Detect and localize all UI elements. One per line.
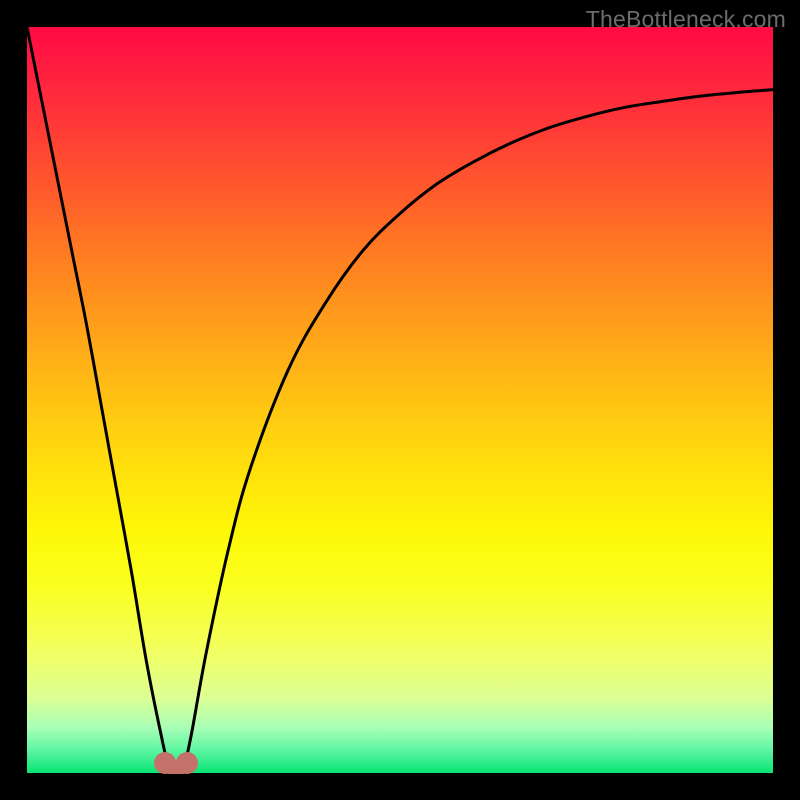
curve-marker-bridge xyxy=(165,760,187,774)
watermark-text: TheBottleneck.com xyxy=(586,6,786,33)
bottleneck-curve xyxy=(27,27,773,773)
plot-area xyxy=(27,27,773,773)
